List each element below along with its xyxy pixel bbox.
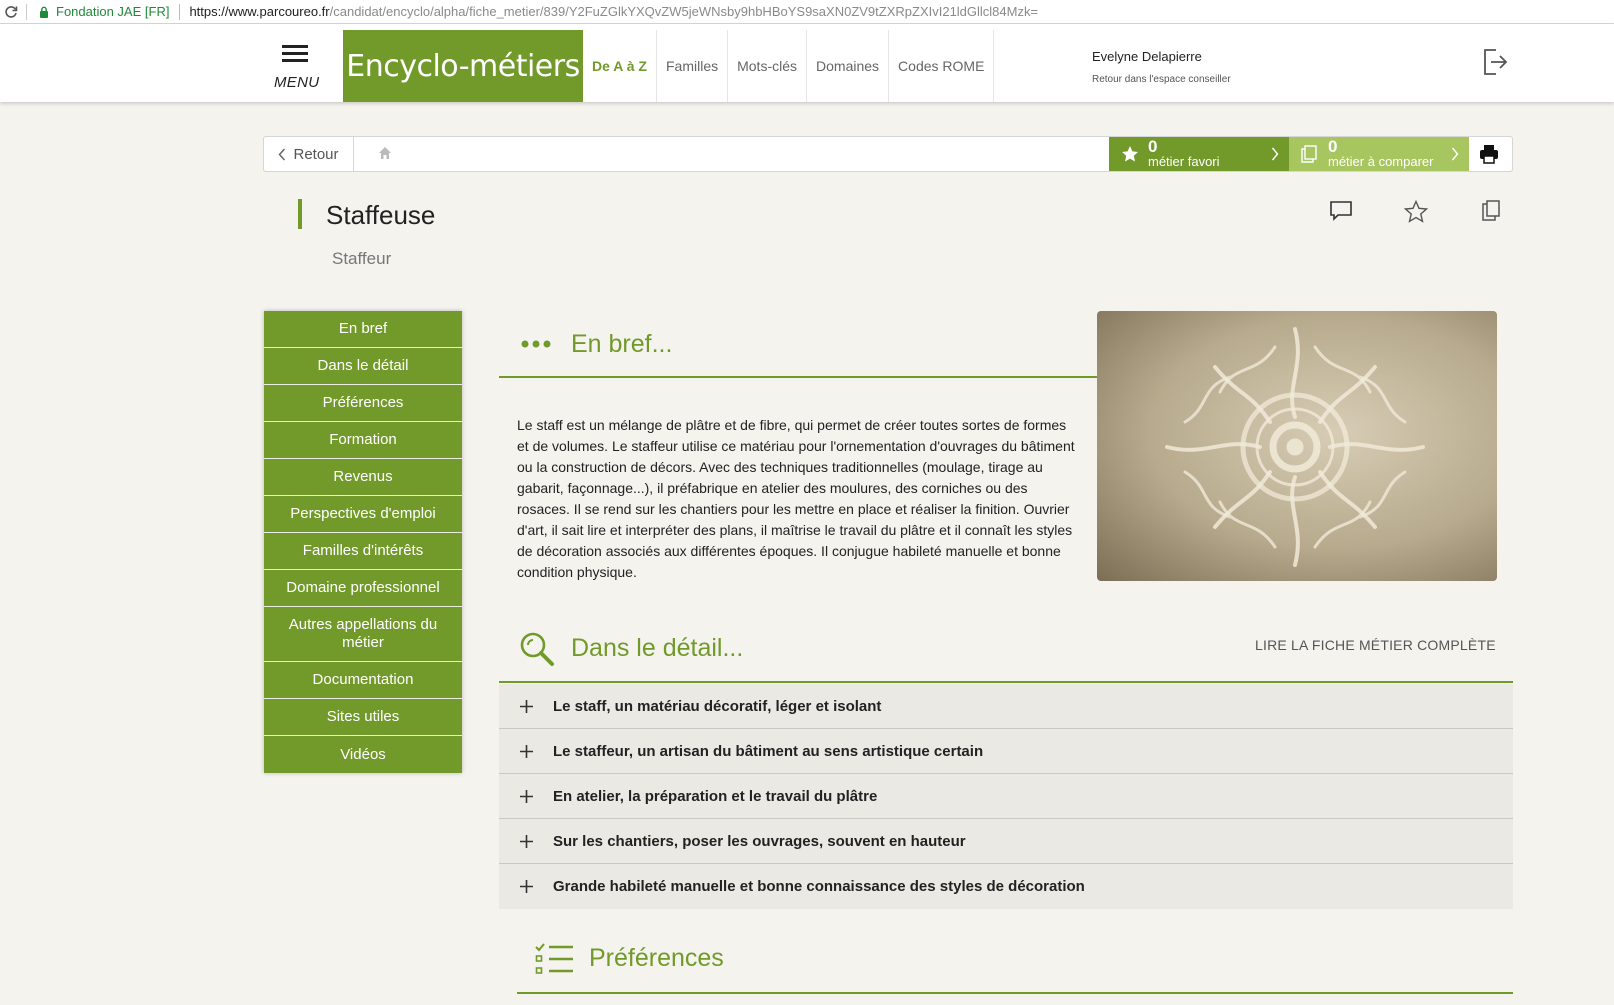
read-full-sheet-link[interactable]: LIRE LA FICHE MÉTIER COMPLÈTE xyxy=(1255,637,1496,653)
copy-icon xyxy=(1301,145,1317,163)
side-item-preferences[interactable]: Préférences xyxy=(264,385,462,422)
side-item-en-bref[interactable]: En bref xyxy=(264,311,462,348)
main-tabs: De A à Z Familles Mots-clés Domaines Cod… xyxy=(583,30,995,102)
accordion-item-label: Grande habileté manuelle et bonne connai… xyxy=(553,878,1085,895)
user-name: Evelyne Delapierre xyxy=(1092,49,1202,64)
menu-label: MENU xyxy=(274,74,320,91)
ellipsis-icon xyxy=(521,340,553,348)
tab-domaines[interactable]: Domaines xyxy=(807,30,890,102)
tab-a-z[interactable]: De A à Z xyxy=(583,30,657,102)
side-item-autres-appellations[interactable]: Autres appellations du métier xyxy=(264,607,462,662)
plus-icon xyxy=(499,744,553,758)
en-bref-text: Le staff est un mélange de plâtre et de … xyxy=(517,417,1075,580)
favorites-button[interactable]: 0 métier favori xyxy=(1109,137,1289,171)
side-item-sites-utiles[interactable]: Sites utiles xyxy=(264,699,462,736)
side-item-videos[interactable]: Vidéos xyxy=(264,736,462,773)
menu-button[interactable]: MENU xyxy=(270,24,340,102)
section-divider xyxy=(517,992,1513,994)
job-photo xyxy=(1097,311,1497,581)
print-icon[interactable] xyxy=(1479,144,1499,164)
chevron-right-icon xyxy=(1451,147,1459,161)
plus-icon xyxy=(499,699,553,713)
side-item-domaine[interactable]: Domaine professionnel xyxy=(264,570,462,607)
url-host[interactable]: https://www.parcoureo.fr xyxy=(189,4,329,19)
page-subtitle: Staffeur xyxy=(332,249,392,268)
back-to-advisor-link[interactable]: Retour dans l'espace conseiller xyxy=(1092,74,1231,85)
address-bar-separator xyxy=(26,3,27,20)
star-filled-icon xyxy=(1121,145,1139,163)
plus-icon xyxy=(499,880,553,893)
accordion-item-label: En atelier, la préparation et le travail… xyxy=(553,787,878,805)
chevron-left-icon xyxy=(278,147,286,161)
reload-icon[interactable] xyxy=(0,5,22,19)
accordion-item[interactable]: Le staff, un matériau décoratif, léger e… xyxy=(499,684,1513,729)
compare-label: métier à comparer xyxy=(1328,154,1434,169)
compare-button[interactable]: 0 métier à comparer xyxy=(1289,137,1469,171)
side-item-detail[interactable]: Dans le détail xyxy=(264,348,462,385)
url-path[interactable]: /candidat/encyclo/alpha/fiche_metier/839… xyxy=(330,4,1038,19)
side-item-formation[interactable]: Formation xyxy=(264,422,462,459)
top-navigation: MENU Encyclo-métiers De A à Z Familles M… xyxy=(0,24,1614,102)
chevron-right-icon xyxy=(1271,147,1279,161)
comment-icon[interactable] xyxy=(1329,200,1353,222)
page-title: Staffeuse xyxy=(326,200,436,230)
section-divider xyxy=(499,376,1097,378)
hamburger-icon xyxy=(282,45,308,63)
accordion-item[interactable]: Sur les chantiers, poser les ouvrages, s… xyxy=(499,819,1513,864)
identity-divider xyxy=(179,3,181,20)
side-item-perspectives[interactable]: Perspectives d'emploi xyxy=(264,496,462,533)
section-title-en-bref: En bref... xyxy=(571,330,673,358)
tab-mots-cles[interactable]: Mots-clés xyxy=(728,30,808,102)
star-outline-icon[interactable] xyxy=(1404,200,1428,223)
lock-icon[interactable] xyxy=(39,6,51,18)
home-icon[interactable] xyxy=(378,146,392,160)
action-toolbar: Retour 0 métier favori 0 métier à compar… xyxy=(263,136,1513,172)
back-button[interactable]: Retour xyxy=(264,137,354,171)
favorites-label: métier favori xyxy=(1148,154,1220,169)
accordion-item[interactable]: En atelier, la préparation et le travail… xyxy=(499,774,1513,819)
side-item-familles-interets[interactable]: Familles d'intérêts xyxy=(264,533,462,570)
back-label: Retour xyxy=(293,145,339,163)
plus-icon xyxy=(499,834,553,848)
title-accent-bar xyxy=(298,199,302,229)
section-title-detail: Dans le détail... xyxy=(571,634,744,662)
side-item-documentation[interactable]: Documentation xyxy=(264,662,462,699)
checklist-icon xyxy=(535,943,575,975)
compare-icon[interactable] xyxy=(1482,200,1500,222)
tab-familles[interactable]: Familles xyxy=(657,30,729,102)
plus-icon xyxy=(499,789,553,803)
section-divider xyxy=(499,681,1513,683)
logout-icon[interactable] xyxy=(1482,48,1508,76)
accordion-item-label: Le staffeur, un artisan du bâtiment au s… xyxy=(553,742,984,760)
browser-address-bar[interactable]: Fondation JAE [FR] https://www.parcoureo… xyxy=(0,0,1614,24)
accordion-item-label: Sur les chantiers, poser les ouvrages, s… xyxy=(553,832,966,850)
accordion-item[interactable]: Grande habileté manuelle et bonne connai… xyxy=(499,864,1513,909)
section-title-preferences: Préférences xyxy=(589,944,724,972)
detail-accordion: Le staff, un matériau décoratif, léger e… xyxy=(499,684,1513,909)
tab-codes-rome[interactable]: Codes ROME xyxy=(889,30,995,102)
side-item-revenus[interactable]: Revenus xyxy=(264,459,462,496)
accordion-item[interactable]: Le staffeur, un artisan du bâtiment au s… xyxy=(499,729,1513,774)
section-menu: En bref Dans le détail Préférences Forma… xyxy=(264,311,462,773)
magnifier-icon xyxy=(519,631,555,667)
brand-logo[interactable]: Encyclo-métiers xyxy=(343,30,583,102)
accordion-item-label: Le staff, un matériau décoratif, léger e… xyxy=(553,697,882,715)
site-identity[interactable]: Fondation JAE [FR] xyxy=(56,4,169,19)
